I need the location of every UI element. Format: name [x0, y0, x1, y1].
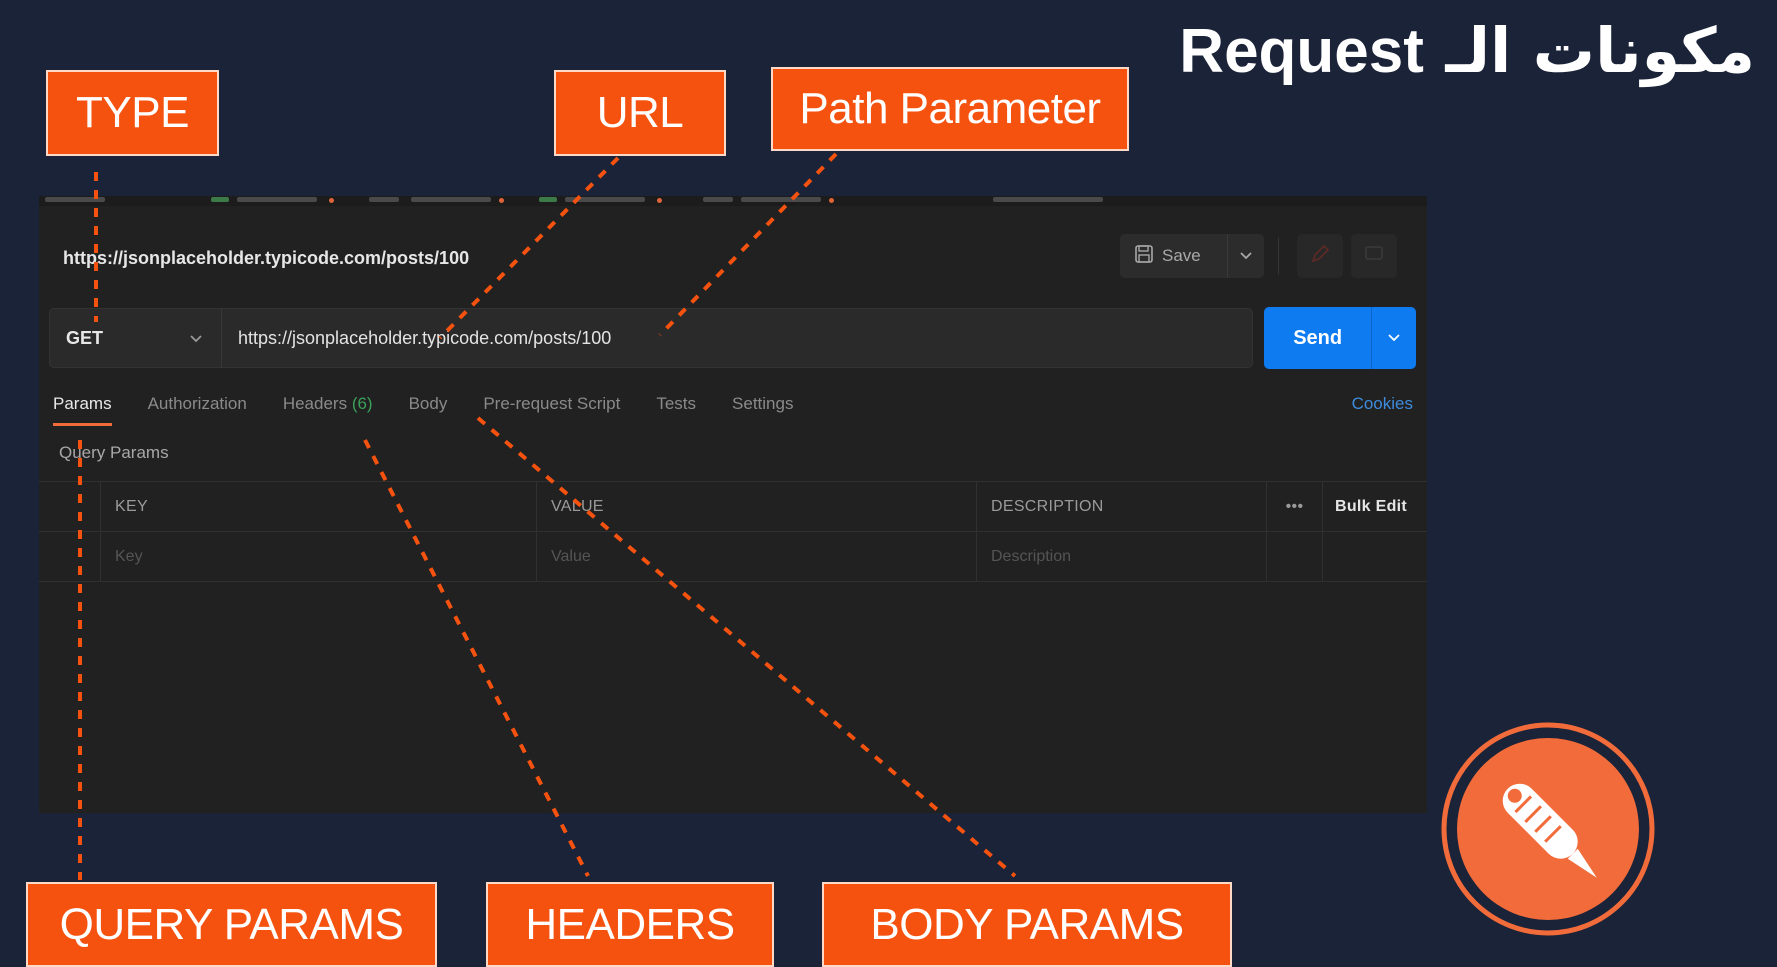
- headers-count: (6): [351, 394, 373, 413]
- callout-type: TYPE: [46, 70, 219, 156]
- request-tab-strip: [39, 196, 1427, 206]
- callout-body-params: BODY PARAMS: [822, 882, 1232, 967]
- column-header-description: DESCRIPTION: [977, 482, 1267, 531]
- comment-button[interactable]: [1351, 234, 1397, 278]
- tab-body[interactable]: Body: [409, 394, 448, 426]
- slide-background: مكونات الـ Request https://jsonplacehold…: [0, 0, 1777, 967]
- save-button[interactable]: Save: [1120, 234, 1264, 278]
- send-label: Send: [1293, 326, 1343, 349]
- method-label: GET: [66, 327, 104, 348]
- key-input[interactable]: Key: [101, 532, 537, 581]
- tab-authorization[interactable]: Authorization: [148, 394, 247, 426]
- cookies-link[interactable]: Cookies: [1352, 394, 1413, 414]
- slide-title: مكونات الـ Request: [1179, 14, 1755, 87]
- tab-ghost: [45, 197, 105, 202]
- tab-ghost-dot: [329, 198, 334, 203]
- tab-ghost-dot: [499, 198, 504, 203]
- bulk-edit-button[interactable]: Bulk Edit: [1323, 482, 1427, 531]
- url-bar: GET https://jsonplaceholder.typicode.com…: [49, 308, 1253, 368]
- title-arabic: مكونات الـ: [1445, 14, 1756, 87]
- tab-settings[interactable]: Settings: [732, 394, 793, 426]
- tab-ghost: [703, 197, 733, 202]
- tab-ghost-dot: [829, 198, 834, 203]
- description-input[interactable]: Description: [977, 532, 1267, 581]
- value-input[interactable]: Value: [537, 532, 977, 581]
- callout-url: URL: [554, 70, 726, 156]
- table-header-row: KEY VALUE DESCRIPTION ••• Bulk Edit: [39, 481, 1427, 531]
- send-button[interactable]: Send: [1264, 307, 1416, 369]
- tab-ghost: [237, 197, 317, 202]
- tab-params[interactable]: Params: [53, 394, 112, 426]
- edit-button[interactable]: [1297, 234, 1343, 278]
- column-header-key: KEY: [101, 482, 537, 531]
- tab-ghost-method: [539, 197, 557, 202]
- callout-headers: HEADERS: [486, 882, 774, 967]
- row-checkbox[interactable]: [39, 532, 101, 581]
- callout-path-parameter: Path Parameter: [771, 67, 1129, 151]
- tab-tests[interactable]: Tests: [656, 394, 696, 426]
- tab-ghost: [565, 197, 645, 202]
- tab-pre-request-script[interactable]: Pre-request Script: [483, 394, 620, 426]
- postman-request-panel: https://jsonplaceholder.typicode.com/pos…: [39, 196, 1427, 813]
- more-options-button[interactable]: •••: [1267, 482, 1323, 531]
- tab-ghost-method: [211, 197, 229, 202]
- row-spacer: [1267, 532, 1323, 581]
- title-request: Request: [1179, 17, 1424, 86]
- callout-query-params: QUERY PARAMS: [26, 882, 437, 967]
- tab-headers[interactable]: Headers (6): [283, 394, 373, 426]
- chevron-down-icon[interactable]: [1227, 234, 1264, 278]
- tab-ghost-dot: [657, 198, 662, 203]
- column-header-value: VALUE: [537, 482, 977, 531]
- tab-ghost: [411, 197, 491, 202]
- url-input[interactable]: https://jsonplaceholder.typicode.com/pos…: [222, 328, 611, 349]
- tab-ghost: [993, 197, 1103, 202]
- chevron-down-icon: [189, 328, 203, 349]
- toolbar-divider: [1278, 238, 1279, 274]
- comment-icon: [1363, 243, 1385, 270]
- request-name: https://jsonplaceholder.typicode.com/pos…: [63, 248, 470, 268]
- params-table: KEY VALUE DESCRIPTION ••• Bulk Edit Key …: [39, 481, 1427, 582]
- save-icon: [1134, 244, 1154, 269]
- tab-ghost: [369, 197, 399, 202]
- tab-ghost: [741, 197, 821, 202]
- save-label: Save: [1162, 246, 1201, 265]
- postman-logo-icon: [1441, 722, 1655, 936]
- query-params-heading: Query Params: [59, 443, 169, 462]
- request-tabs: Params Authorization Headers (6) Body Pr…: [53, 394, 829, 426]
- pencil-icon: [1309, 243, 1331, 270]
- row-spacer: [1323, 532, 1427, 581]
- chevron-down-icon[interactable]: [1371, 307, 1416, 369]
- method-select[interactable]: GET: [50, 309, 222, 367]
- checkbox-column: [39, 482, 101, 531]
- table-row: Key Value Description: [39, 531, 1427, 582]
